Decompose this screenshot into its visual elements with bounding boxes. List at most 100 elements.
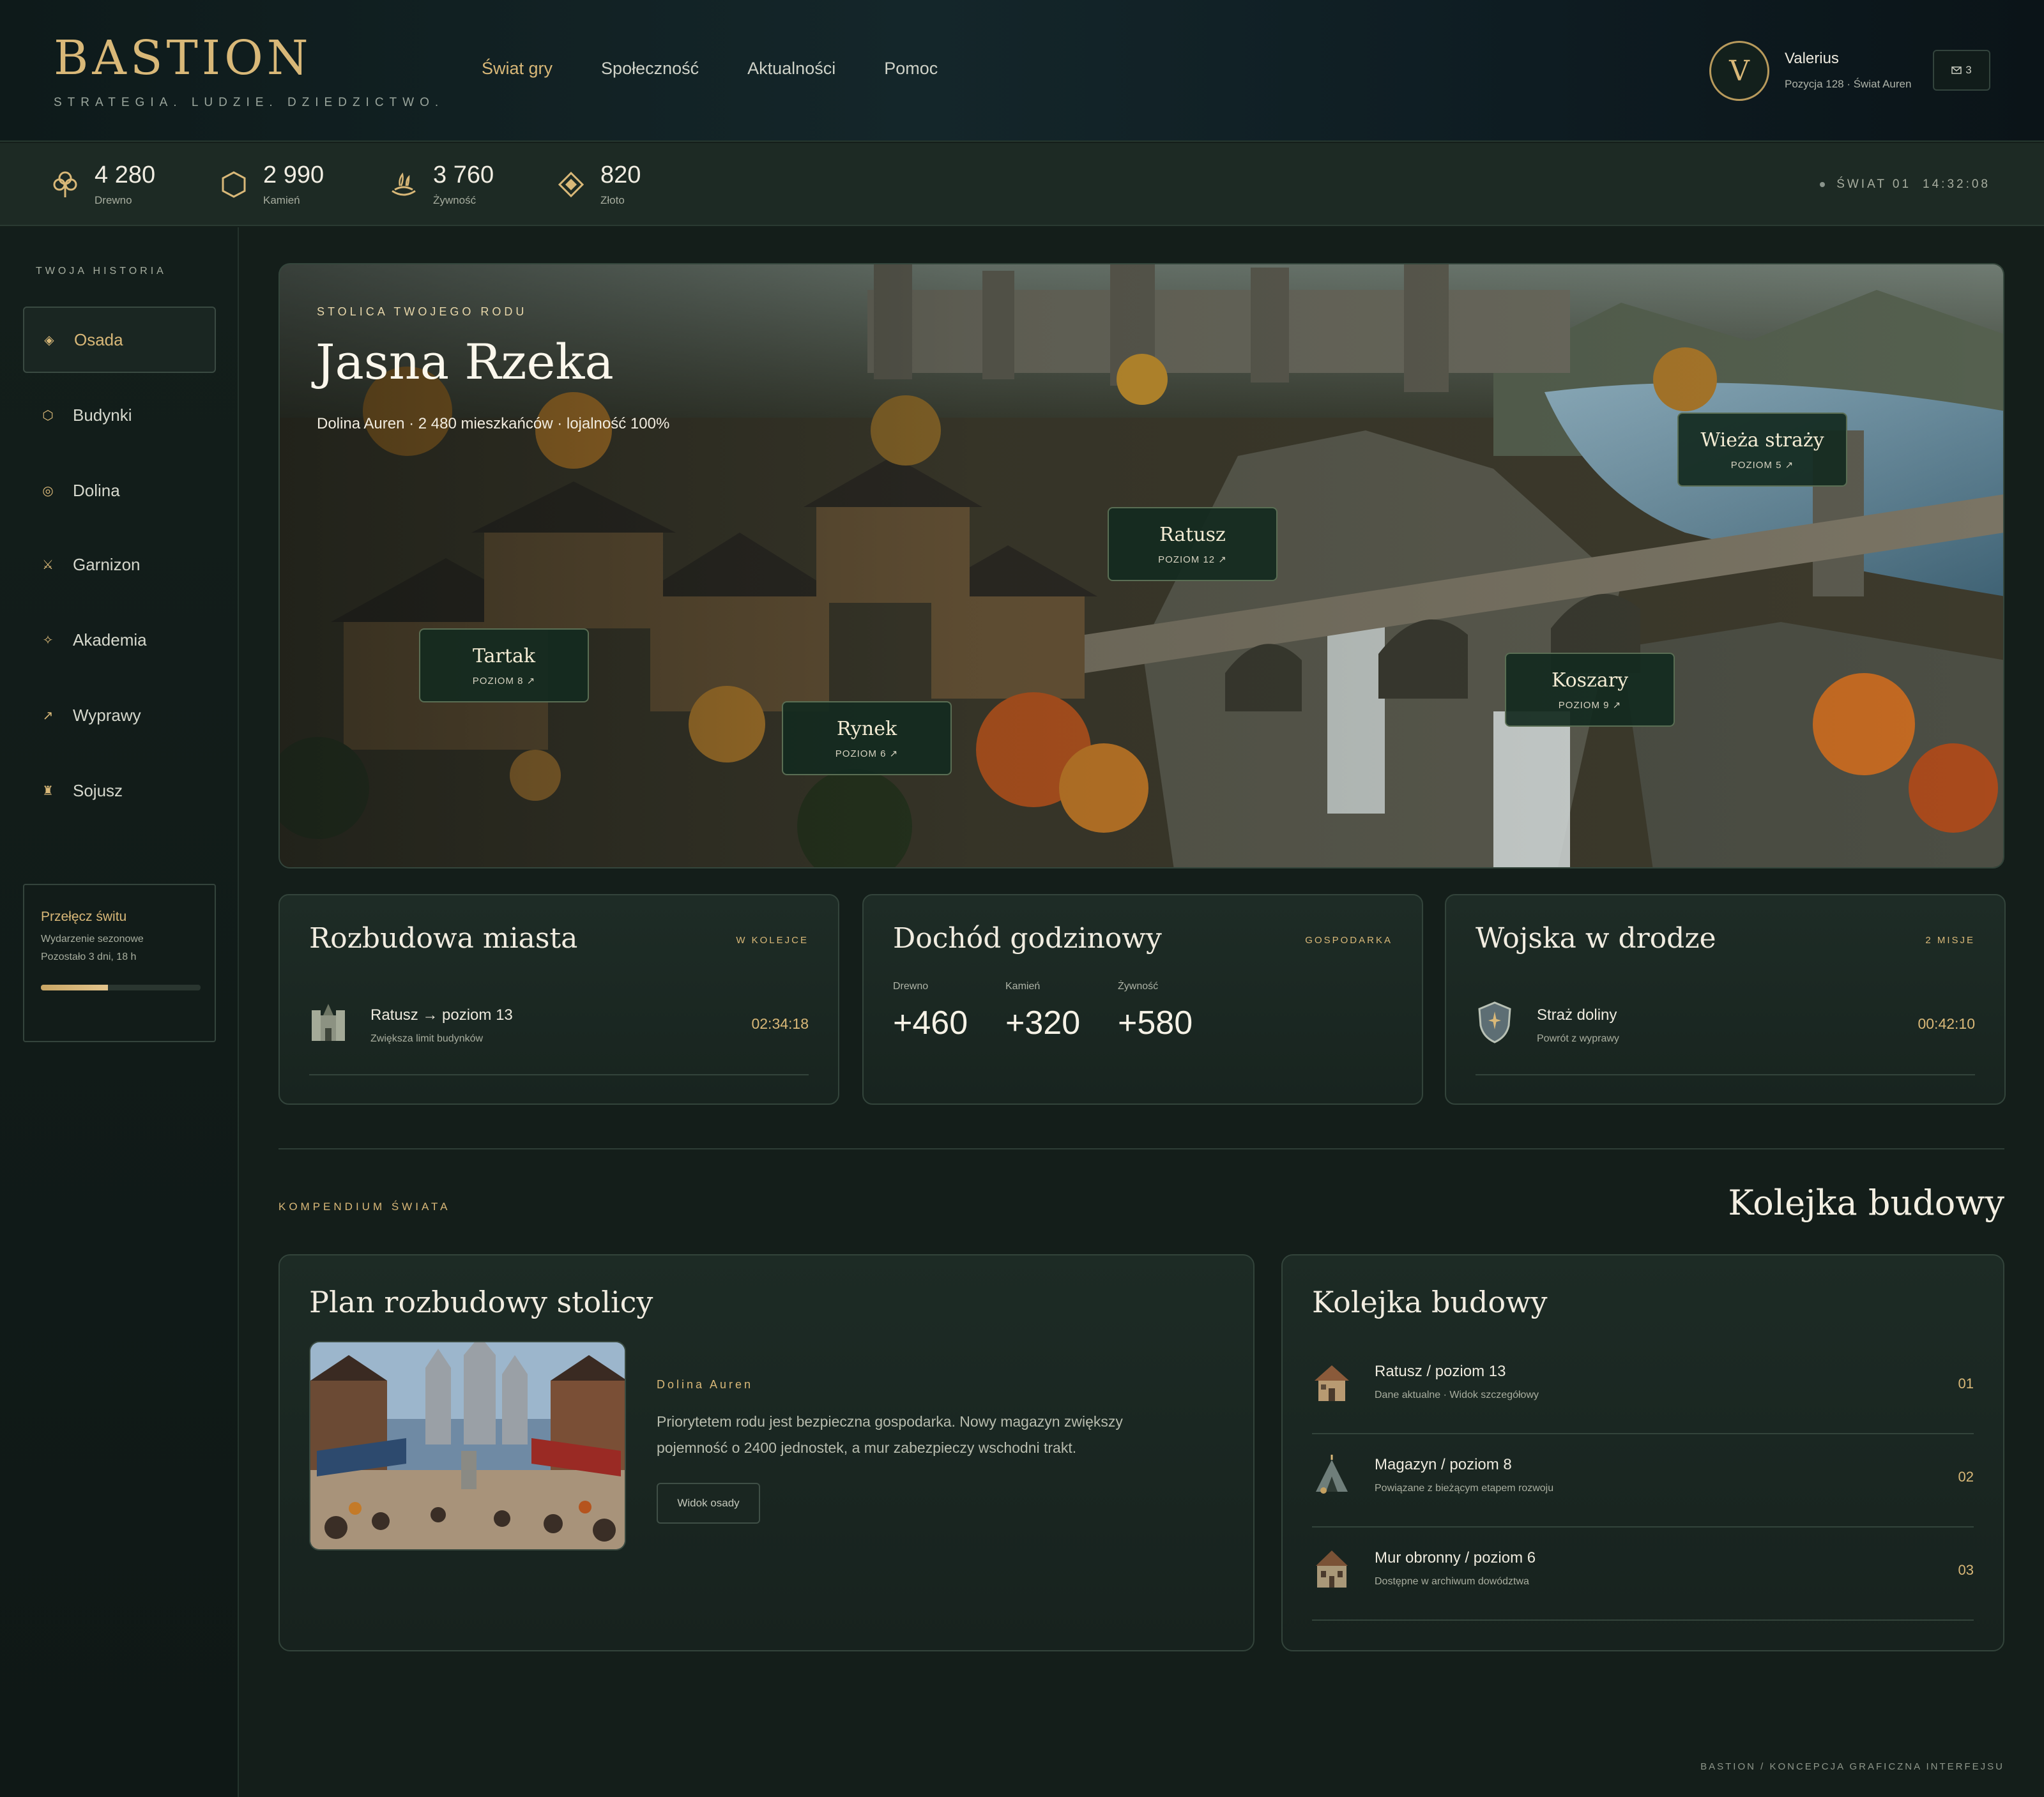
market-square-image [309,1341,626,1551]
queue-item-title: Magazyn / poziom 8 [1375,1456,1512,1473]
hero-kicker: STOLICA TWOJEGO RODU [317,305,528,318]
map-tag-wieza-strazy[interactable]: Wieża straży POZIOM 5 ↗ [1677,413,1847,487]
panel-build-queue: Kolejka budowy Ratusz / poziom 13 Dane a… [1281,1254,2004,1651]
diamond-icon [557,162,585,207]
hexagon-icon: ⬡ [42,408,54,423]
queue-item[interactable]: Ratusz → poziom 13 Zwiększa limit budynk… [309,997,809,1075]
resource-wood[interactable]: 4 280 Drewno [51,162,155,207]
hero-map[interactable]: STOLICA TWOJEGO RODU Jasna Rzeka Dolina … [278,263,2004,868]
hero-title: Jasna Rzeka [316,333,614,390]
map-tag-tartak[interactable]: Tartak POZIOM 8 ↗ [419,628,589,702]
income-label: Żywność [1118,981,1159,992]
queue-item-number: 01 [1958,1376,1974,1391]
sidebar-title: TWOJA HISTORIA [36,266,167,277]
tent-icon [1316,1455,1348,1494]
card-badge: W KOLEJCE [736,935,809,946]
map-tag-ratusz[interactable]: Ratusz POZIOM 12 ↗ [1108,507,1278,581]
map-tag-rynek[interactable]: Rynek POZIOM 6 ↗ [782,701,952,775]
income-label: Drewno [893,981,929,992]
resource-stone[interactable]: 2 990 Kamień [220,162,324,207]
card-hourly-income[interactable]: Dochód godzinowy GOSPODARKA Drewno +460 … [862,894,1423,1105]
queue-item-title: Mur obronny / poziom 6 [1375,1549,1536,1566]
card-badge: 2 MISJE [1925,935,1975,946]
logo[interactable]: BASTION [54,31,312,86]
hero-subtitle: Dolina Auren · 2 480 mieszkańców · lojal… [317,415,670,432]
queue-item-title: Ratusz → poziom 13 [370,1006,513,1024]
income-value: +580 [1118,1005,1193,1042]
sidebar-item-dolina[interactable]: ◎ Dolina [23,457,216,524]
sidebar-item-label: Akademia [73,630,147,649]
mission-timer: 00:42:10 [1918,1015,1975,1032]
queue-item-subtitle: Powiązane z bieżącym etapem rozwoju [1375,1483,1554,1494]
sidebar: TWOJA HISTORIA ◈ Osada ⬡ Budynki ◎ Dolin… [0,227,239,1797]
sidebar-item-akademia[interactable]: ✧ Akademia [23,607,216,673]
mission-item[interactable]: Straż doliny Powrót z wyprawy 00:42:10 [1476,997,1975,1075]
diamond-icon: ◈ [44,333,54,347]
map-tag-level: POZIOM 9 ↗ [1558,699,1622,711]
sidebar-item-label: Wyprawy [73,705,141,725]
nav-item-pomoc[interactable]: Pomoc [884,59,938,79]
resource-gold[interactable]: 820 Złoto [557,162,641,207]
queue-item-number: 02 [1958,1469,1974,1485]
card-title: Rozbudowa miasta [309,922,578,955]
season-title: Przełęcz świtu [41,909,127,924]
season-progress-fill [41,985,108,990]
messages-button[interactable]: 3 [1933,50,1990,91]
section-kicker: KOMPENDIUM ŚWIATA [278,1201,451,1213]
map-tag-level: POZIOM 5 ↗ [1730,459,1794,471]
tower-icon: ♜ [42,784,54,798]
queue-item-subtitle: Zwiększa limit budynków [370,1033,484,1044]
card-city-upgrade[interactable]: Rozbudowa miasta W KOLEJCE Ratusz → pozi… [278,894,839,1105]
season-remaining: Pozostało 3 dni, 18 h [41,952,137,962]
nav-item-spolecznosc[interactable]: Społeczność [601,59,699,79]
sidebar-item-budynki[interactable]: ⬡ Budynki [23,382,216,448]
envelope-icon [1951,66,1962,74]
sidebar-item-label: Garnizon [73,554,141,574]
top-header: BASTION STRATEGIA. LUDZIE. DZIEDZICTWO. … [0,0,2044,142]
resource-value: 3 760 [433,162,494,188]
main-nav: Świat gry Społeczność Aktualności Pomoc [482,59,938,79]
income-label: Kamień [1005,981,1041,992]
map-tag-level: POZIOM 8 ↗ [472,675,536,686]
map-tag-level: POZIOM 6 ↗ [835,748,899,759]
nav-item-aktualnosci[interactable]: Aktualności [747,59,835,79]
map-tag-koszary[interactable]: Koszary POZIOM 9 ↗ [1505,653,1675,727]
nav-item-swiat-gry[interactable]: Świat gry [482,59,553,79]
castle-icon [312,1004,345,1041]
build-queue-item[interactable]: Mur obronny / poziom 6 Dostępne w archiw… [1312,1528,1974,1621]
mission-subtitle: Powrót z wyprawy [1537,1033,1619,1044]
sidebar-item-label: Sojusz [73,780,123,800]
map-tag-name: Koszary [1551,669,1629,692]
sidebar-item-label: Budynki [73,405,132,425]
sidebar-item-wyprawy[interactable]: ↗ Wyprawy [23,682,216,748]
tagline: STRATEGIA. LUDZIE. DZIEDZICTWO. [54,96,445,109]
sidebar-item-sojusz[interactable]: ♜ Sojusz [23,757,216,824]
resource-label: Złoto [600,193,625,206]
build-queue-item[interactable]: Ratusz / poziom 13 Dane aktualne · Widok… [1312,1341,1974,1434]
settlement-view-button[interactable]: Widok osady [657,1483,760,1524]
season-event-card[interactable]: Przełęcz świtu Wydarzenie sezonowe Pozos… [23,884,216,1042]
sidebar-item-garnizon[interactable]: ⚔ Garnizon [23,531,216,598]
resource-value: 4 280 [95,162,156,188]
shield-icon [1478,1001,1511,1043]
resource-bar: 4 280 Drewno 2 990 Kamień 3 760 Żywność [0,143,2044,226]
map-tag-name: Rynek [836,717,897,740]
hexagon-stone-icon [220,162,248,207]
sidebar-item-osada[interactable]: ◈ Osada [23,307,216,373]
world-status: ŚWIAT 01 14:32:08 [1820,178,1990,192]
queue-item-title: Ratusz / poziom 13 [1375,1363,1506,1380]
house-icon [1315,1365,1349,1401]
avatar[interactable]: V [1709,41,1769,101]
crossed-swords-icon: ⚔ [42,557,54,572]
income-value: +460 [893,1005,968,1042]
build-queue-item[interactable]: Magazyn / poziom 8 Powiązane z bieżącym … [1312,1434,1974,1528]
season-progress-bar [41,985,201,990]
map-tag-name: Tartak [472,644,536,667]
resource-food[interactable]: 3 760 Żywność [390,162,494,207]
plan-description: Priorytetem rodu jest bezpieczna gospoda… [657,1413,1123,1456]
card-troops-en-route[interactable]: Wojska w drodze 2 MISJE Straż doliny Pow… [1445,894,2006,1105]
panel-capital-plan: Plan rozbudowy stolicy Dolina Auren Prio… [278,1254,1255,1651]
panel-title: Kolejka budowy [1312,1285,1548,1319]
section-divider [278,1148,2004,1149]
mission-title: Straż doliny [1537,1006,1617,1024]
